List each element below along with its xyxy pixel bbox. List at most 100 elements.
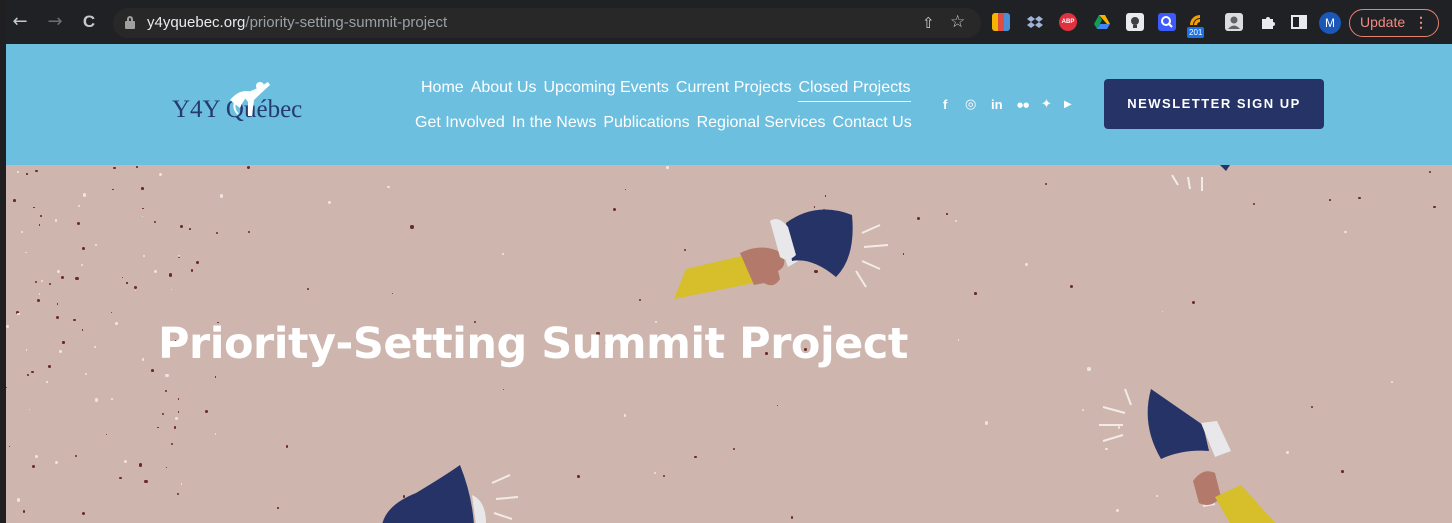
bookmark-star-icon[interactable]: ☆	[950, 12, 965, 32]
hero-speck	[13, 199, 16, 202]
hero-speck	[1329, 199, 1331, 201]
update-button[interactable]: Update ⋮	[1349, 9, 1439, 37]
megaphone-illustration-bottom	[382, 465, 519, 523]
extension-bulb-icon[interactable]	[1126, 13, 1144, 31]
hero-speck	[790, 516, 794, 519]
hero-speck	[638, 298, 642, 302]
nav-about-us[interactable]: About Us	[471, 79, 537, 96]
hero-speck	[327, 200, 332, 205]
hero-speck	[277, 507, 279, 509]
hero-speck	[1340, 470, 1344, 474]
hero-speck	[387, 185, 391, 189]
hero-speck	[153, 221, 157, 224]
browser-toolbar: ← → C y4yquebec.org/priority-setting-sum…	[0, 0, 1452, 44]
hero-speck	[1252, 203, 1255, 206]
hero-speck	[17, 312, 20, 316]
hero-speck	[83, 193, 87, 197]
hero-speck	[142, 215, 144, 217]
adblock-icon[interactable]: ABP	[1059, 13, 1077, 31]
hero-speck	[1390, 381, 1393, 384]
hero-speck	[1191, 300, 1195, 304]
hero-speck	[502, 253, 504, 255]
google-drive-icon[interactable]	[1093, 13, 1111, 31]
dropbox-icon[interactable]	[1026, 13, 1044, 31]
hero-speck	[94, 346, 97, 348]
hero-speck	[733, 448, 736, 451]
hero-speck	[55, 316, 59, 320]
hero-speck	[133, 285, 137, 289]
hero-speck	[216, 232, 219, 235]
nav-regional-services[interactable]: Regional Services	[697, 114, 826, 131]
hero-speck	[29, 408, 31, 411]
hero-speck	[142, 358, 145, 361]
profile-avatar[interactable]: M	[1319, 12, 1341, 34]
hero-speck	[613, 207, 617, 211]
hero-speck	[1045, 183, 1048, 186]
extension-colorbars-icon[interactable]	[992, 13, 1010, 31]
hero-speck	[35, 454, 39, 458]
hero-speck	[653, 471, 656, 474]
address-bar[interactable]: y4yquebec.org/priority-setting-summit-pr…	[113, 8, 981, 38]
hero-speck	[113, 166, 116, 170]
share-icon[interactable]: ⇧	[922, 14, 935, 32]
hero-speck	[78, 205, 81, 207]
linkedin-icon[interactable]: in	[991, 97, 1003, 113]
hero-speck	[76, 221, 80, 225]
hero-speck	[215, 433, 217, 435]
hero-speck	[80, 264, 84, 267]
instagram-icon[interactable]: ◎	[965, 97, 976, 113]
hero-speck	[205, 410, 209, 414]
nav-in-the-news[interactable]: In the News	[512, 114, 596, 131]
hero-speck	[112, 188, 114, 190]
extension-search-icon[interactable]	[1158, 13, 1176, 31]
hero-speck	[81, 247, 85, 251]
newsletter-signup-button[interactable]: NEWSLETTER SIGN UP	[1104, 79, 1324, 129]
menu-row-2: Get Involved In the News Publications Regio…	[415, 114, 919, 132]
megaphone-illustration-right	[1099, 388, 1276, 523]
hero-speck	[1428, 170, 1431, 173]
nav-upcoming-events[interactable]: Upcoming Events	[544, 79, 669, 96]
nav-home[interactable]: Home	[421, 79, 464, 96]
nav-contact-us[interactable]: Contact Us	[833, 114, 912, 131]
hero-speck	[285, 444, 289, 448]
nav-closed-projects[interactable]: Closed Projects	[798, 79, 911, 102]
hero-speck	[179, 225, 183, 229]
hero-speck	[142, 255, 146, 258]
url-text[interactable]: y4yquebec.org/priority-setting-summit-pr…	[147, 14, 447, 31]
hero-speck	[60, 275, 65, 279]
hero-speck	[391, 292, 394, 294]
flickr-icon[interactable]: ●●	[1017, 97, 1029, 113]
logo-figure-icon	[230, 82, 270, 116]
side-panel-icon[interactable]	[1290, 13, 1308, 31]
hero-speck	[6, 324, 9, 328]
extension-profile-icon[interactable]	[1225, 13, 1243, 31]
reload-icon[interactable]: C	[78, 11, 100, 33]
back-icon[interactable]: ←	[9, 11, 31, 33]
hero-speck	[171, 442, 174, 445]
hero-speck	[1433, 205, 1436, 208]
nav-publications[interactable]: Publications	[603, 114, 689, 131]
hero-speck	[410, 225, 414, 229]
twitter-icon[interactable]: ✦	[1041, 97, 1052, 113]
hero-speck	[54, 219, 58, 222]
menu-dots-icon[interactable]: ⋮	[1414, 10, 1428, 35]
hero-speck	[159, 172, 163, 176]
nav-get-involved[interactable]: Get Involved	[415, 114, 505, 131]
facebook-icon[interactable]: f	[943, 97, 947, 113]
hero-speck	[37, 299, 41, 303]
hero-speck	[141, 187, 144, 190]
hero-speck	[165, 373, 169, 378]
hero-speck	[134, 290, 136, 292]
hero-speck	[177, 493, 180, 496]
forward-icon[interactable]: →	[44, 11, 66, 33]
hero-speck	[6, 386, 8, 388]
rss-count-badge: 201	[1187, 27, 1205, 38]
youtube-icon[interactable]: ▶	[1064, 97, 1072, 113]
site-logo[interactable]: Y4Y Québec	[172, 82, 332, 134]
extensions-puzzle-icon[interactable]	[1259, 13, 1277, 31]
hero-speck	[1344, 230, 1348, 234]
lock-icon[interactable]	[125, 16, 135, 29]
hero-speck	[219, 194, 223, 198]
hero-speck	[177, 411, 180, 413]
nav-current-projects[interactable]: Current Projects	[676, 79, 792, 96]
